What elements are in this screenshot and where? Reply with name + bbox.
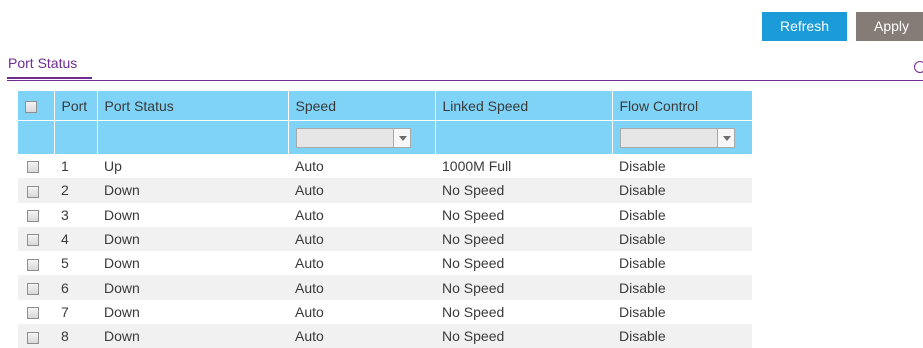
linked-speed-cell: 1000M Full: [435, 154, 612, 179]
status-cell: Down: [97, 178, 288, 203]
speed-cell: Auto: [288, 202, 435, 227]
row-checkbox[interactable]: [27, 282, 39, 295]
speed-cell: Auto: [288, 226, 435, 252]
status-cell: Down: [97, 251, 288, 276]
row-checkbox[interactable]: [27, 307, 39, 320]
flow-control-cell: Disable: [612, 178, 752, 203]
speed-filter-cell: [288, 120, 436, 154]
status-cell: Up: [97, 154, 288, 179]
port-status-table: Port Port Status Speed Linked Speed Flow…: [18, 91, 753, 348]
speed-cell: Auto: [288, 178, 435, 203]
status-cell: Down: [97, 299, 288, 325]
flow-control-cell: Disable: [612, 324, 752, 348]
port-cell: 1: [54, 154, 97, 179]
section-tab-port-status[interactable]: Port Status: [8, 55, 77, 71]
speed-cell: Auto: [288, 154, 435, 179]
speed-cell: Auto: [288, 275, 435, 300]
refresh-button[interactable]: Refresh: [762, 12, 847, 41]
linked-speed-cell: No Speed: [435, 299, 612, 325]
status-cell: Down: [97, 324, 288, 348]
row-checkbox[interactable]: [27, 331, 39, 344]
table-header-row: Port Port Status Speed Linked Speed Flow…: [18, 91, 753, 121]
row-checkbox[interactable]: [27, 185, 39, 198]
section-divider: [7, 80, 923, 81]
table-row[interactable]: 6 Down Auto No Speed Disable: [18, 275, 752, 300]
chevron-down-icon[interactable]: [392, 128, 410, 147]
column-header-port[interactable]: Port: [54, 91, 98, 121]
select-all-cell: [18, 91, 55, 121]
port-cell: 2: [54, 178, 97, 203]
port-cell: 5: [54, 251, 97, 276]
port-cell: 3: [54, 202, 97, 227]
port-cell: 4: [54, 226, 97, 252]
speed-cell: Auto: [288, 324, 435, 348]
linked-speed-cell: No Speed: [435, 178, 612, 203]
port-cell: 7: [54, 299, 97, 325]
table-row[interactable]: 1 Up Auto 1000M Full Disable: [18, 154, 752, 179]
active-tab-underline: [7, 77, 92, 79]
column-header-port-status[interactable]: Port Status: [97, 91, 289, 121]
apply-button[interactable]: Apply: [856, 12, 923, 41]
speed-cell: Auto: [288, 251, 435, 276]
column-header-speed[interactable]: Speed: [288, 91, 436, 121]
table-row[interactable]: 8 Down Auto No Speed Disable: [18, 324, 752, 348]
table-row[interactable]: 7 Down Auto No Speed Disable: [18, 299, 752, 325]
select-all-checkbox[interactable]: [25, 100, 37, 113]
row-checkbox[interactable]: [27, 210, 39, 223]
flow-control-cell: Disable: [612, 202, 752, 227]
flow-control-cell: Disable: [612, 251, 752, 276]
table-row[interactable]: 4 Down Auto No Speed Disable: [18, 226, 752, 252]
column-header-linked-speed[interactable]: Linked Speed: [435, 91, 613, 121]
flow-control-cell: Disable: [612, 226, 752, 252]
table-filter-row: [18, 120, 753, 154]
status-cell: Down: [97, 275, 288, 300]
flow-control-filter-cell: [612, 120, 753, 154]
row-checkbox[interactable]: [27, 161, 39, 174]
row-checkbox[interactable]: [27, 258, 39, 271]
status-cell: Down: [97, 202, 288, 227]
linked-speed-cell: No Speed: [435, 275, 612, 300]
port-cell: 8: [54, 324, 97, 348]
table-row[interactable]: 3 Down Auto No Speed Disable: [18, 202, 752, 227]
row-checkbox[interactable]: [27, 234, 39, 247]
linked-speed-cell: No Speed: [435, 202, 612, 227]
flow-control-cell: Disable: [612, 154, 752, 179]
linked-speed-cell: No Speed: [435, 324, 612, 348]
speed-cell: Auto: [288, 299, 435, 325]
port-cell: 6: [54, 275, 97, 300]
table-row[interactable]: 5 Down Auto No Speed Disable: [18, 251, 752, 276]
flow-control-filter-select[interactable]: [619, 127, 735, 148]
help-icon[interactable]: [914, 61, 923, 73]
column-header-flow-control[interactable]: Flow Control: [612, 91, 753, 121]
table-row[interactable]: 2 Down Auto No Speed Disable: [18, 178, 752, 203]
flow-control-cell: Disable: [612, 299, 752, 325]
linked-speed-cell: No Speed: [435, 251, 612, 276]
chevron-down-icon[interactable]: [716, 128, 734, 147]
flow-control-cell: Disable: [612, 275, 752, 300]
status-cell: Down: [97, 226, 288, 252]
linked-speed-cell: No Speed: [435, 226, 612, 252]
speed-filter-select[interactable]: [295, 127, 411, 148]
